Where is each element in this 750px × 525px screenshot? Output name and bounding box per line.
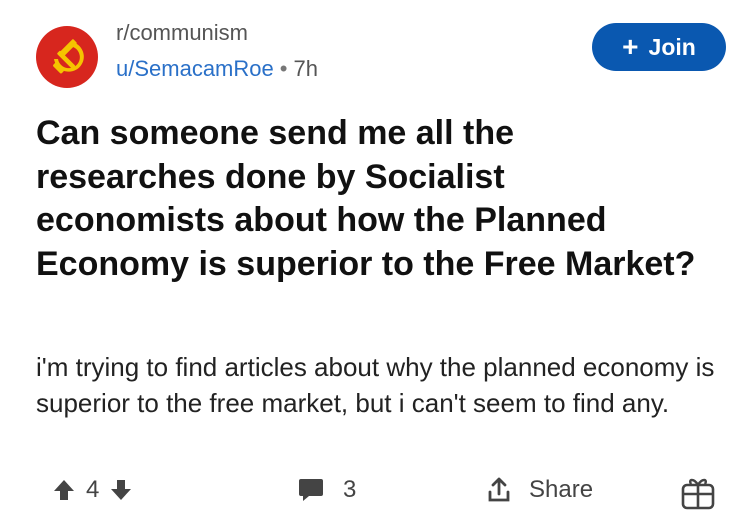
post-action-bar: 4 3 Share xyxy=(0,470,750,520)
vote-count: 4 xyxy=(86,476,100,503)
arrow-up-icon[interactable] xyxy=(52,478,76,502)
gift-icon xyxy=(680,475,716,511)
award-button[interactable] xyxy=(680,475,716,511)
arrow-down-icon[interactable] xyxy=(109,478,133,502)
subreddit-name[interactable]: r/communism xyxy=(116,18,318,48)
post-header: r/communism u/SemacamRoe • 7h + Join xyxy=(36,18,726,88)
share-label: Share xyxy=(529,476,594,503)
plus-icon: + xyxy=(622,31,639,62)
join-label: Join xyxy=(648,33,696,60)
share-icon xyxy=(485,476,513,504)
byline: u/SemacamRoe • 7h xyxy=(116,54,318,84)
share-button[interactable]: Share xyxy=(485,476,593,504)
hammer-sickle-icon xyxy=(53,39,84,74)
comment-count: 3 xyxy=(343,476,357,503)
comment-bubble-icon xyxy=(297,477,325,503)
post-title[interactable]: Can someone send me all the researches d… xyxy=(36,112,696,286)
post-body: i'm trying to find articles about why th… xyxy=(36,352,715,418)
meta-separator: • xyxy=(279,56,288,81)
comments-button[interactable]: 3 xyxy=(297,476,356,504)
subreddit-avatar[interactable] xyxy=(36,26,98,88)
vote-controls: 4 xyxy=(52,476,133,504)
post-age: 7h xyxy=(293,56,318,81)
author-link[interactable]: u/SemacamRoe xyxy=(116,56,274,81)
post-meta: r/communism u/SemacamRoe • 7h xyxy=(116,18,318,84)
join-button[interactable]: + Join xyxy=(592,23,726,71)
